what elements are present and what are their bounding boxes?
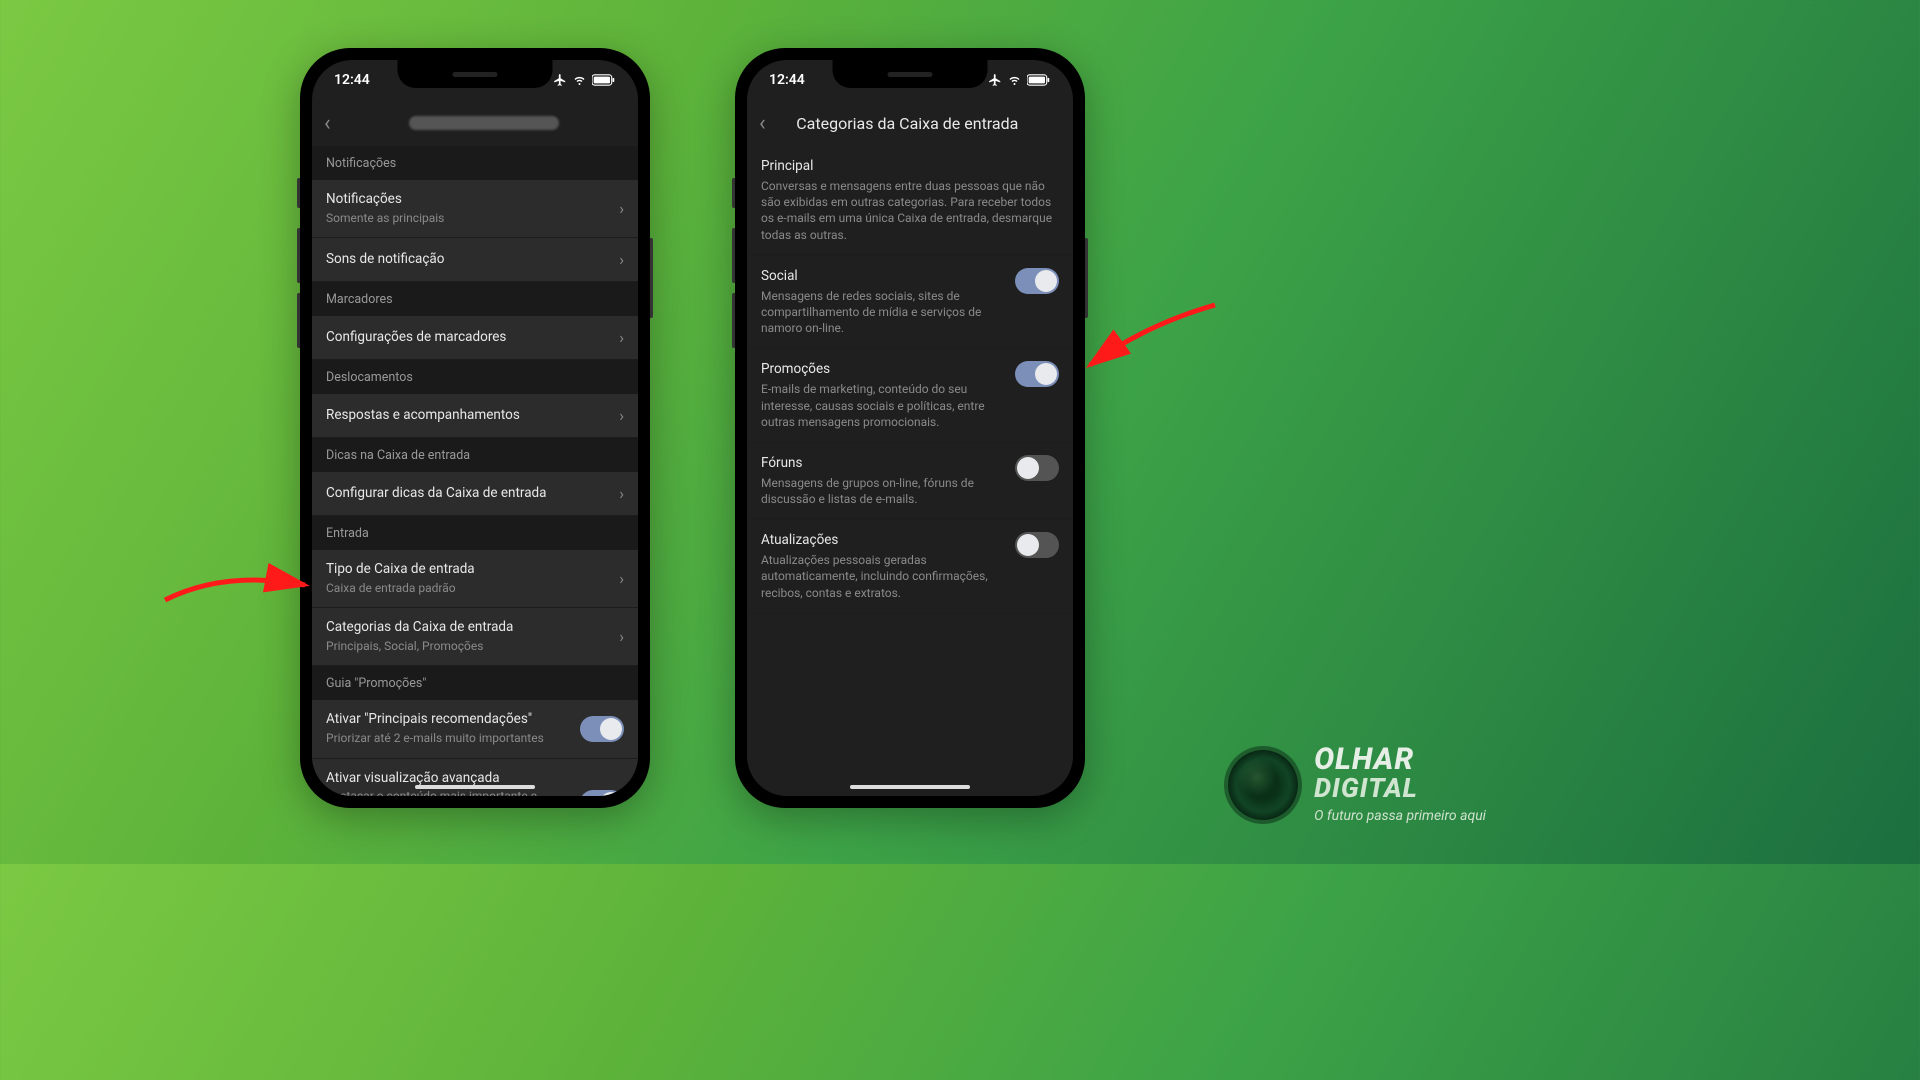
category-title: Promoções: [761, 361, 1003, 377]
chevron-right-icon: ›: [619, 328, 624, 347]
category-row[interactable]: Fóruns Mensagens de grupos on-line, fórun…: [747, 443, 1073, 520]
row-title: Configurações de marcadores: [326, 329, 609, 347]
row-subtitle: Destacar o conteúdo mais importante e mo…: [326, 789, 570, 796]
chevron-right-icon: ›: [619, 250, 624, 269]
toggle-switch[interactable]: [1015, 532, 1059, 558]
status-time: 12:44: [334, 72, 370, 88]
toggle-switch[interactable]: [1015, 361, 1059, 387]
row-title: Configurar dicas da Caixa de entrada: [326, 485, 609, 503]
row-subtitle: Priorizar até 2 e-mails muito importante…: [326, 731, 570, 747]
settings-row[interactable]: Ativar visualização avançadaDestacar o c…: [312, 759, 638, 796]
row-title: Ativar "Principais recomendações": [326, 711, 570, 729]
row-subtitle: Somente as principais: [326, 211, 609, 227]
brand-line2: DIGITAL: [1314, 775, 1486, 802]
categories-list[interactable]: Principal Conversas e mensagens entre dua…: [747, 146, 1073, 796]
settings-row[interactable]: Configurações de marcadores ›: [312, 316, 638, 360]
row-subtitle: Principais, Social, Promoções: [326, 639, 609, 655]
notch: [398, 60, 553, 88]
toggle-switch[interactable]: [580, 790, 624, 796]
category-row: Principal Conversas e mensagens entre dua…: [747, 146, 1073, 256]
status-icons: [553, 73, 616, 87]
phone-right: 12:44 ‹ Categorias da Caixa de entrada P…: [735, 48, 1085, 808]
home-indicator[interactable]: [850, 785, 970, 789]
settings-row[interactable]: Sons de notificação ›: [312, 238, 638, 282]
arrow-annotation-right: [1075, 295, 1225, 389]
nav-title-redacted: [409, 116, 559, 130]
battery-icon: [1027, 74, 1051, 86]
airplane-icon: [988, 73, 1002, 87]
home-indicator[interactable]: [415, 785, 535, 789]
wifi-icon: [1007, 74, 1022, 86]
brand-tagline: O futuro passa primeiro aqui: [1314, 808, 1486, 824]
row-title: Tipo de Caixa de entrada: [326, 561, 609, 579]
toggle-switch[interactable]: [580, 716, 624, 742]
nav-bar: ‹: [312, 100, 638, 146]
chevron-right-icon: ›: [619, 484, 624, 503]
category-desc: Conversas e mensagens entre duas pessoas…: [761, 178, 1059, 243]
category-desc: Atualizações pessoais geradas automatica…: [761, 552, 1003, 601]
row-title: Notificações: [326, 191, 609, 209]
row-subtitle: Caixa de entrada padrão: [326, 581, 609, 597]
section-header: Dicas na Caixa de entrada: [312, 438, 638, 472]
section-header: Notificações: [312, 146, 638, 180]
brand-mark-icon: [1228, 750, 1298, 820]
row-title: Respostas e acompanhamentos: [326, 407, 609, 425]
battery-icon: [592, 74, 616, 86]
chevron-right-icon: ›: [619, 199, 624, 218]
nav-bar: ‹ Categorias da Caixa de entrada: [747, 100, 1073, 146]
toggle-switch[interactable]: [1015, 268, 1059, 294]
category-title: Fóruns: [761, 455, 1003, 471]
settings-row[interactable]: Categorias da Caixa de entrada Principais…: [312, 608, 638, 666]
category-title: Social: [761, 268, 1003, 284]
brand-logo: OLHAR DIGITAL O futuro passa primeiro aq…: [1228, 745, 1486, 824]
section-header: Marcadores: [312, 282, 638, 316]
category-title: Atualizações: [761, 532, 1003, 548]
settings-row[interactable]: Tipo de Caixa de entrada Caixa de entrada…: [312, 550, 638, 608]
arrow-annotation-left: [155, 560, 315, 624]
back-icon[interactable]: ‹: [759, 111, 766, 136]
status-time: 12:44: [769, 72, 805, 88]
chevron-right-icon: ›: [619, 569, 624, 588]
category-desc: Mensagens de redes sociais, sites de com…: [761, 288, 1003, 337]
settings-list[interactable]: Notificações Notificações Somente as princ…: [312, 146, 638, 796]
phone-left: 12:44 ‹ Notificações Notificações Somente …: [300, 48, 650, 808]
toggle-switch[interactable]: [1015, 455, 1059, 481]
brand-line1: OLHAR: [1314, 745, 1486, 775]
back-icon[interactable]: ‹: [324, 111, 331, 136]
section-header: Entrada: [312, 516, 638, 550]
category-desc: Mensagens de grupos on-line, fóruns de d…: [761, 475, 1003, 507]
section-header: Deslocamentos: [312, 360, 638, 394]
section-header: Guia "Promoções": [312, 666, 638, 700]
settings-row[interactable]: Notificações Somente as principais ›: [312, 180, 638, 238]
chevron-right-icon: ›: [619, 627, 624, 646]
airplane-icon: [553, 73, 567, 87]
category-desc: E-mails de marketing, conteúdo do seu in…: [761, 381, 1003, 430]
phone-mockups: 12:44 ‹ Notificações Notificações Somente …: [300, 48, 1085, 808]
category-row[interactable]: Promoções E-mails de marketing, conteúdo …: [747, 349, 1073, 443]
status-icons: [988, 73, 1051, 87]
category-title: Principal: [761, 158, 1059, 174]
row-title: Categorias da Caixa de entrada: [326, 619, 609, 637]
category-row[interactable]: Atualizações Atualizações pessoais gerada…: [747, 520, 1073, 614]
settings-row[interactable]: Respostas e acompanhamentos ›: [312, 394, 638, 438]
settings-row[interactable]: Ativar "Principais recomendações" Prioriz…: [312, 700, 638, 758]
nav-title: Categorias da Caixa de entrada: [778, 114, 1061, 133]
category-row[interactable]: Social Mensagens de redes sociais, sites …: [747, 256, 1073, 350]
row-title: Sons de notificação: [326, 251, 609, 269]
wifi-icon: [572, 74, 587, 86]
chevron-right-icon: ›: [619, 406, 624, 425]
settings-row[interactable]: Configurar dicas da Caixa de entrada ›: [312, 472, 638, 516]
notch: [833, 60, 988, 88]
